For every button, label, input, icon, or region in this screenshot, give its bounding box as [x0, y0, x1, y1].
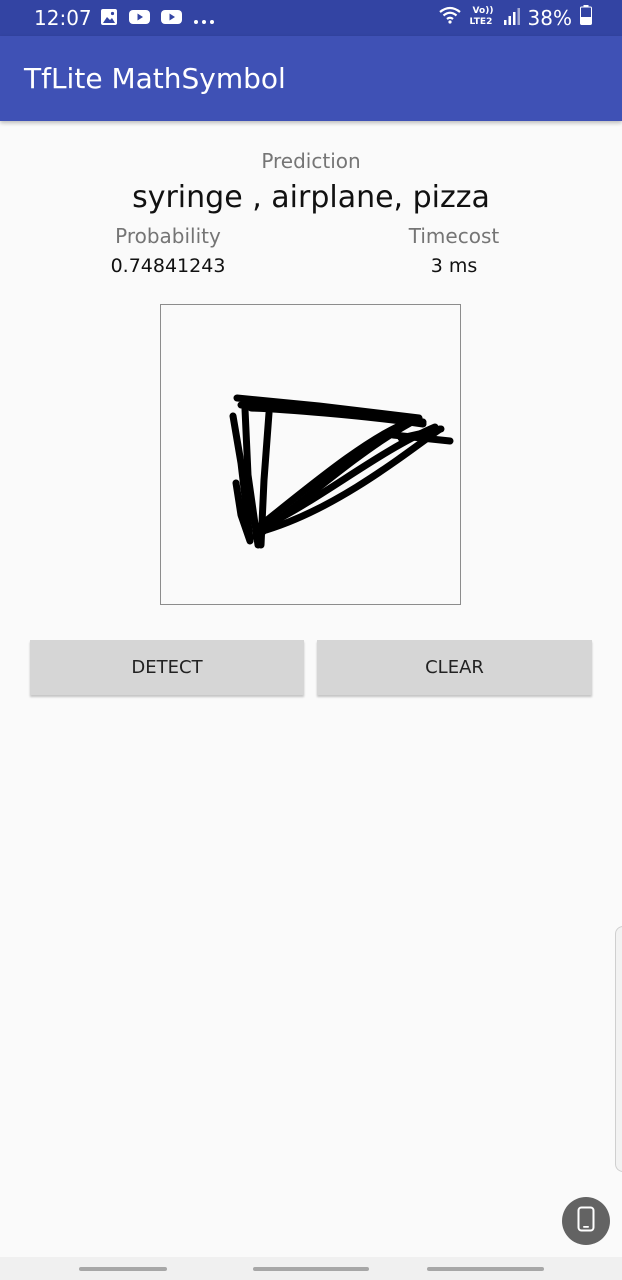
phone-icon	[577, 1206, 595, 1236]
timecost-label: Timecost	[408, 224, 500, 248]
timecost-value: 3 ms	[430, 255, 478, 277]
navigation-bar	[0, 1257, 622, 1280]
more-icon	[193, 10, 215, 29]
app-bar: TfLite MathSymbol	[0, 36, 622, 121]
edge-panel-handle[interactable]	[615, 926, 622, 1172]
nav-back-button[interactable]	[427, 1267, 544, 1271]
floating-phone-button[interactable]	[562, 1197, 610, 1245]
nav-recents-button[interactable]	[79, 1267, 167, 1271]
status-bar: 12:07 Vo)) LTE2 38%	[0, 0, 622, 36]
battery-icon	[580, 5, 592, 30]
probability-value: 0.74841243	[110, 255, 226, 277]
youtube-icon	[129, 9, 150, 29]
image-icon	[100, 8, 118, 30]
lte2-label: LTE2	[469, 16, 493, 27]
nav-home-button[interactable]	[253, 1267, 369, 1271]
volte-label: Vo))	[472, 5, 494, 16]
youtube-icon	[161, 9, 182, 29]
drawing-strokes	[229, 394, 454, 549]
system-icons: Vo)) LTE2 38%	[438, 5, 592, 30]
app-title: TfLite MathSymbol	[24, 62, 286, 95]
clear-button[interactable]: CLEAR	[317, 640, 592, 695]
wifi-icon	[438, 5, 462, 30]
probability-label: Probability	[115, 224, 221, 248]
status-time: 12:07	[34, 6, 92, 30]
signal-icon	[503, 6, 520, 30]
prediction-value: syringe , airplane, pizza	[132, 180, 490, 215]
prediction-label: Prediction	[261, 149, 361, 173]
notification-icons	[100, 8, 215, 30]
drawing-canvas[interactable]	[160, 304, 461, 605]
battery-percent: 38%	[527, 5, 572, 30]
detect-button[interactable]: DETECT	[30, 640, 304, 695]
volte-lte2-icon: Vo)) LTE2	[470, 6, 496, 30]
